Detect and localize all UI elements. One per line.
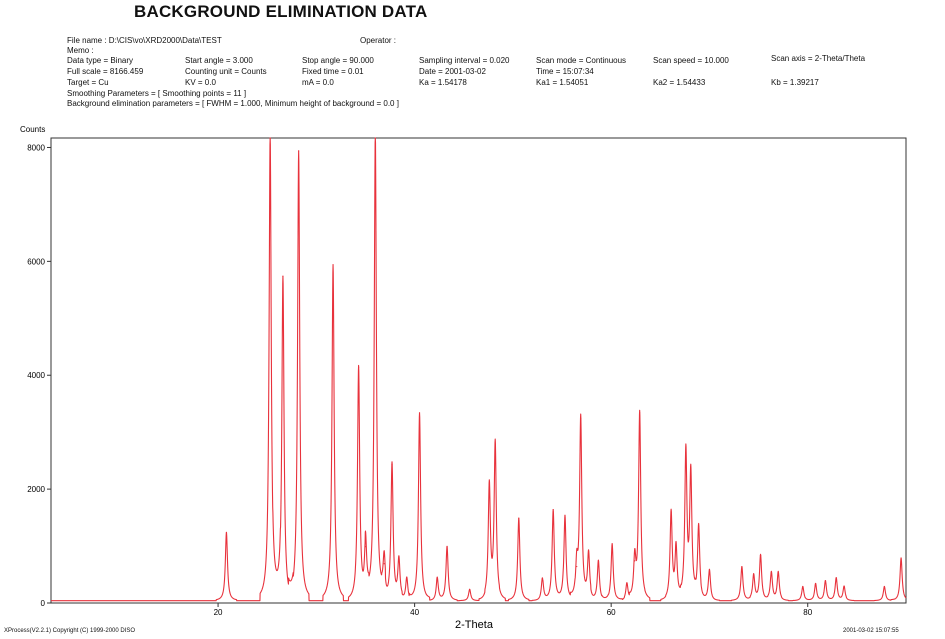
x-tick-label: 80 bbox=[803, 608, 812, 617]
peak-point bbox=[518, 517, 520, 519]
peak-point bbox=[436, 577, 438, 579]
peak-point bbox=[364, 546, 367, 548]
peak-point bbox=[753, 574, 755, 576]
y-tick-label: 4000 bbox=[27, 371, 45, 380]
peak-point bbox=[391, 463, 393, 465]
peak-point bbox=[770, 571, 772, 573]
peak-point bbox=[541, 577, 543, 579]
peak-point bbox=[685, 452, 687, 454]
peak-point bbox=[835, 577, 837, 579]
footer-timestamp: 2001-03-02 15:07:55 bbox=[843, 628, 899, 634]
peak-point bbox=[900, 557, 902, 559]
plot-frame bbox=[50, 137, 907, 604]
peak-point bbox=[587, 554, 590, 556]
peak-point bbox=[298, 150, 300, 152]
peak-point bbox=[698, 526, 700, 528]
peak-point bbox=[639, 412, 641, 414]
peak-point bbox=[883, 585, 885, 588]
peak-point bbox=[446, 546, 448, 548]
peak-point bbox=[634, 560, 636, 562]
peak-point bbox=[552, 509, 554, 511]
x-tick-label: 60 bbox=[607, 608, 616, 617]
peak-point bbox=[777, 571, 779, 573]
peak-point bbox=[741, 565, 743, 568]
y-axis-label: Counts bbox=[20, 125, 45, 134]
peak-point bbox=[576, 565, 578, 568]
peak-point bbox=[269, 137, 271, 139]
xrd-chart: Counts 2-Theta 20 40 60 80 0 2000 4000 6000 8000 bbox=[20, 125, 907, 631]
peak-point bbox=[564, 514, 566, 516]
peak-point bbox=[580, 417, 582, 420]
peak-point bbox=[824, 580, 827, 582]
peak-point bbox=[690, 474, 692, 477]
peak-point bbox=[406, 577, 408, 579]
peak-point bbox=[358, 366, 360, 368]
x-tick-label: 20 bbox=[214, 608, 223, 617]
peak-point bbox=[670, 511, 672, 514]
peak-point bbox=[814, 583, 817, 585]
y-tick-label: 0 bbox=[41, 599, 46, 608]
peak-point bbox=[675, 548, 677, 551]
peak-point bbox=[843, 585, 845, 588]
axis-ticks: 20 40 60 80 0 2000 4000 6000 8000 bbox=[27, 143, 813, 617]
peak-point bbox=[225, 531, 228, 533]
peak-point bbox=[494, 443, 496, 445]
peak-point bbox=[488, 486, 490, 488]
peak-point bbox=[626, 583, 628, 585]
peak-point bbox=[802, 585, 804, 588]
footer-copyright: XProcess(V2.2.1) Copyright (C) 1999-2000… bbox=[4, 628, 136, 634]
peak-point bbox=[418, 412, 421, 414]
y-tick-label: 2000 bbox=[27, 485, 45, 494]
peak-point bbox=[282, 275, 284, 277]
x-axis-label: 2-Theta bbox=[455, 619, 494, 631]
y-tick-label: 6000 bbox=[27, 257, 45, 266]
peak-point bbox=[708, 568, 711, 571]
peak-point bbox=[398, 560, 400, 562]
peak-point bbox=[611, 543, 613, 545]
peak-point bbox=[469, 588, 471, 590]
peak-point bbox=[597, 560, 599, 562]
y-tick-label: 8000 bbox=[27, 143, 45, 152]
peak-point bbox=[759, 554, 762, 556]
peak-point bbox=[374, 137, 376, 139]
x-tick-label: 40 bbox=[410, 608, 419, 617]
diffraction-line bbox=[50, 137, 907, 602]
peak-point bbox=[332, 264, 334, 266]
series-trace bbox=[50, 137, 907, 602]
peak-point bbox=[383, 563, 385, 565]
